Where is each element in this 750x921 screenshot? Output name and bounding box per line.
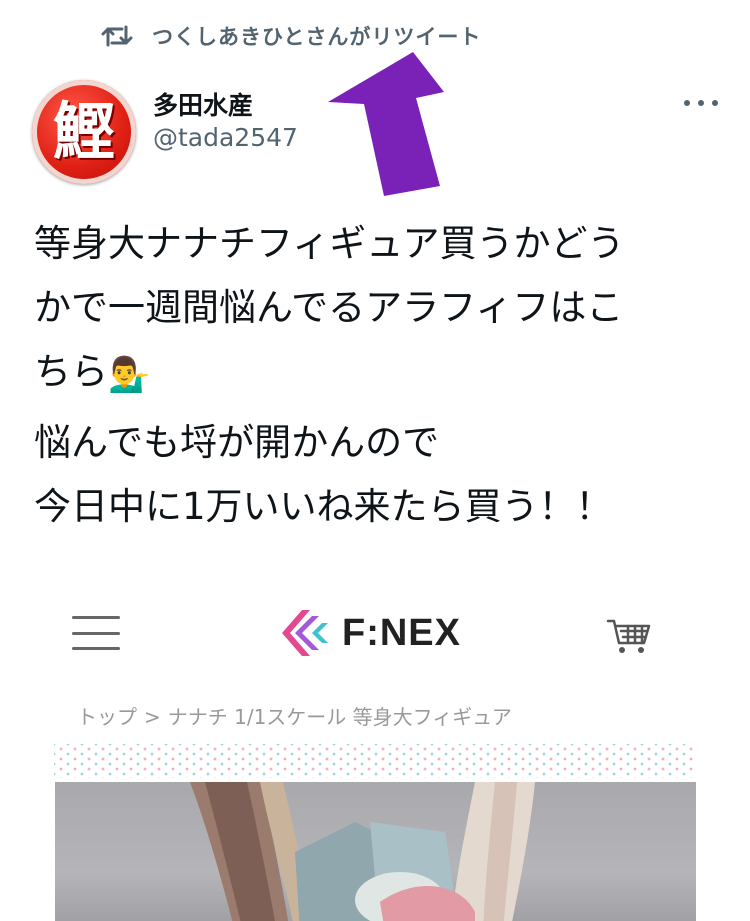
tweet-paragraph-2: 悩んでも埒が開かんので 今日中に1万いいね来たら買う！！	[34, 411, 724, 539]
breadcrumb-current: ナナチ 1/1スケール 等身大フィギュア	[167, 705, 512, 729]
tweet-line: 悩んでも埒が開かんので	[34, 421, 440, 464]
annotation-arrow	[328, 52, 444, 196]
avatar-logo: 鰹	[52, 95, 115, 168]
more-options-icon[interactable]	[684, 92, 718, 114]
author-display-name[interactable]: 多田水産	[153, 86, 253, 122]
tweet-line: ちら	[34, 350, 108, 393]
cart-icon	[606, 619, 651, 653]
figure-ears-image	[190, 782, 535, 921]
tweet-media-screenshot[interactable]: F:NEX トップ > ナナチ 1/1スケール 等身大フィギュア	[32, 568, 719, 921]
tweet-line: 等身大ナナチフィギュア買うかどう	[34, 222, 625, 265]
tweet-paragraph-1: 等身大ナナチフィギュア買うかどう かで一週間悩んでるアラフィフはこ ちら💁‍♂️	[34, 212, 724, 407]
tweet-text: 等身大ナナチフィギュア買うかどう かで一週間悩んでるアラフィフはこ ちら💁‍♂️…	[34, 212, 724, 539]
breadcrumb-home: トップ	[77, 705, 137, 729]
person-tipping-hand-emoji: 💁‍♂️	[108, 355, 151, 395]
hamburger-menu-icon	[72, 616, 120, 650]
brand-logo: F:NEX	[280, 608, 461, 658]
avatar[interactable]: 鰹	[32, 80, 136, 184]
retweet-icon	[101, 25, 133, 47]
retweet-indicator[interactable]: つくしあきひとさんがリツイート	[100, 20, 481, 52]
retweet-label: つくしあきひとさんがリツイート	[152, 25, 482, 49]
more-dot	[684, 100, 690, 106]
author-handle[interactable]: @tada2547	[153, 123, 298, 152]
more-dot	[698, 100, 704, 106]
tweet-line: 今日中に1万いいね来たら買う！！	[34, 485, 613, 528]
breadcrumb: トップ > ナナチ 1/1スケール 等身大フィギュア	[77, 701, 512, 730]
decorative-dot-pattern	[54, 744, 694, 778]
breadcrumb-separator: >	[144, 705, 161, 729]
brand-name: F:NEX	[342, 611, 461, 654]
more-dot	[712, 100, 718, 106]
tweet-line: かで一週間悩んでるアラフィフはこ	[34, 286, 624, 329]
fnex-chevron-icon	[282, 610, 328, 656]
product-photo	[55, 782, 696, 921]
